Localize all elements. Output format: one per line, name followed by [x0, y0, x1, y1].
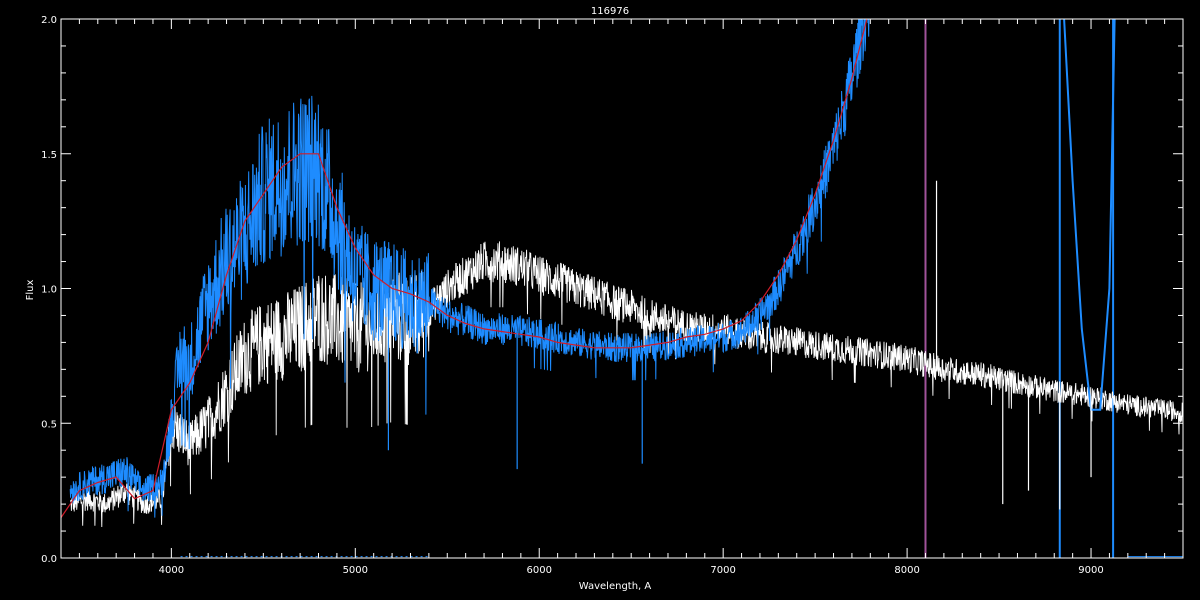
x-tick-label: 8000	[894, 565, 919, 576]
x-tick-label: 7000	[710, 565, 735, 576]
x-tick-label: 5000	[343, 565, 368, 576]
y-tick-label: 1.5	[41, 150, 57, 161]
plot-area	[61, 19, 1183, 558]
y-tick-label: 0.5	[41, 419, 57, 430]
chart-title: 116976	[591, 6, 629, 17]
x-axis-label: Wavelength, A	[579, 581, 652, 592]
spectrum-chart: 116976 Wavelength, A Flux 4000 5000 6000 70…	[25, 6, 1184, 592]
x-tick-label: 6000	[527, 565, 552, 576]
y-tick-label: 1.0	[41, 285, 57, 296]
series-0	[69, 241, 1183, 528]
y-tick-label: 0.0	[41, 554, 57, 565]
y-axis-label: Flux	[25, 280, 36, 301]
plot-frame	[60, 18, 1184, 559]
y-tick-label: 2.0	[41, 15, 57, 26]
x-tick-label: 4000	[159, 565, 184, 576]
series-2	[1063, 19, 1116, 411]
x-tick-label: 9000	[1078, 565, 1103, 576]
